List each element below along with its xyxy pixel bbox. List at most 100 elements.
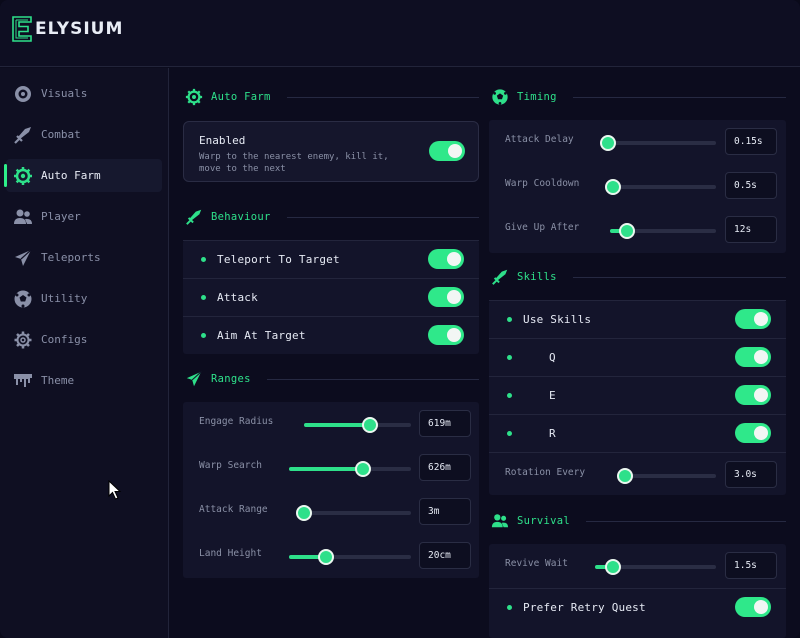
sidebar-item-combat[interactable]: Combat (6, 118, 162, 151)
bullet-dot (507, 316, 512, 322)
app-name: ELYSIUM (35, 19, 124, 39)
item-label: Teleport To Target (217, 252, 340, 266)
section-title-text: Auto Farm (211, 91, 271, 103)
slider-knob[interactable] (605, 179, 621, 195)
slider-track[interactable] (304, 417, 411, 433)
divider (585, 520, 786, 522)
prefer-retry-quest-toggle[interactable] (735, 597, 771, 617)
slider-knob[interactable] (362, 417, 379, 433)
slider-value[interactable]: 619m (419, 410, 471, 437)
sidebar-item-auto-farm[interactable]: Auto Farm (4, 159, 162, 192)
slider-track[interactable] (595, 559, 716, 575)
divider (266, 378, 479, 380)
item-label: Aim At Target (217, 328, 306, 342)
sidebar-item-label: Visuals (41, 87, 88, 100)
sidebar-item-label: Teleports (41, 251, 101, 264)
gear-icon (13, 166, 33, 186)
slider-fill (289, 467, 364, 471)
slider-knob[interactable] (617, 468, 633, 484)
section-title-text: Timing (517, 91, 557, 103)
section-timing: Timing (491, 87, 786, 107)
cog-icon (13, 330, 33, 350)
item-label: Prefer Retry Quest (523, 600, 646, 614)
slider-label: Rotation Every (505, 467, 586, 478)
slider-value[interactable]: 12s (725, 216, 777, 243)
slider-label: Land Height (199, 548, 262, 559)
slider-value[interactable]: 20cm (419, 542, 471, 569)
bullet-dot (507, 430, 512, 436)
divider (286, 96, 479, 98)
slider-row: Engage Radius 619m (183, 402, 479, 446)
slider-row: Attack Range 3m (183, 490, 479, 534)
slider-value[interactable]: 3m (419, 498, 471, 525)
sidebar-item-utility[interactable]: Utility (6, 282, 162, 315)
slider-track[interactable] (617, 468, 716, 484)
slider-label: Attack Range (199, 504, 268, 515)
slider-row: Revive Wait 1.5s (489, 544, 786, 588)
slider-label: Give Up After (505, 222, 580, 233)
section-title-text: Behaviour (211, 211, 271, 223)
timing-card: Attack Delay 0.15s Warp Cooldown 0.5s Gi… (489, 120, 786, 253)
main-content: Auto Farm Enabled Warp to the nearest en… (170, 68, 800, 638)
enabled-label: Enabled (199, 134, 246, 147)
bullet-dot (507, 354, 512, 360)
sidebar-item-visuals[interactable]: Visuals (6, 77, 162, 110)
divider (572, 96, 786, 98)
bullet-dot (507, 604, 512, 610)
sidebar-item-label: Auto Farm (41, 169, 101, 182)
slider-knob[interactable] (355, 461, 372, 477)
ball-icon (492, 89, 508, 105)
slider-value[interactable]: 626m (419, 454, 471, 481)
slider-label: Warp Search (199, 460, 262, 471)
skill-q-toggle[interactable] (735, 347, 771, 367)
slider-knob[interactable] (296, 505, 312, 521)
section-title-text: Ranges (211, 373, 251, 385)
list-item: Teleport To Target (183, 240, 479, 277)
enabled-description: Warp to the nearest enemy, kill it, move… (199, 152, 389, 174)
use-skills-toggle[interactable] (735, 309, 771, 329)
slider-track[interactable] (600, 135, 716, 151)
section-behaviour: Behaviour (185, 207, 479, 227)
logo-e-icon (12, 16, 32, 42)
slider-knob[interactable] (600, 135, 616, 151)
slider-value[interactable]: 1.5s (725, 552, 777, 579)
slider-row: Warp Search 626m (183, 446, 479, 490)
enabled-card: Enabled Warp to the nearest enemy, kill … (183, 121, 479, 182)
ranges-card: Engage Radius 619m Warp Search 626m Atta… (183, 402, 479, 578)
list-item: Attack (183, 278, 479, 315)
header: ELYSIUM (0, 0, 800, 67)
bullet-dot (201, 256, 206, 262)
list-item: E (489, 376, 786, 413)
slider-track[interactable] (289, 461, 411, 477)
sidebar-item-theme[interactable]: Theme (6, 364, 162, 397)
aim-at-target-toggle[interactable] (428, 325, 464, 345)
skills-card: Use Skills Q E R Rotation Every 3.0s (489, 300, 786, 495)
bullet-dot (201, 332, 206, 338)
sidebar-item-teleports[interactable]: Teleports (6, 241, 162, 274)
slider-value[interactable]: 0.5s (725, 172, 777, 199)
slider-knob[interactable] (618, 223, 635, 239)
paper-plane-icon (13, 248, 33, 268)
slider-value[interactable]: 3.0s (725, 461, 777, 488)
sidebar-item-player[interactable]: Player (6, 200, 162, 233)
users-icon (13, 207, 33, 227)
slider-row: Attack Delay 0.15s (489, 120, 786, 164)
slider-track[interactable] (605, 179, 716, 195)
slider-knob[interactable] (605, 559, 622, 575)
slider-value[interactable]: 0.15s (725, 128, 777, 155)
teleport-to-target-toggle[interactable] (428, 249, 464, 269)
enabled-toggle[interactable] (429, 141, 465, 161)
slider-track[interactable] (289, 549, 411, 565)
slider-label: Engage Radius (199, 416, 274, 427)
paper-plane-icon (186, 371, 202, 387)
slider-row: Warp Cooldown 0.5s (489, 164, 786, 208)
section-skills: Skills (491, 267, 786, 287)
sidebar-item-configs[interactable]: Configs (6, 323, 162, 356)
slider-track[interactable] (610, 223, 716, 239)
slider-track[interactable] (296, 505, 411, 521)
skill-r-toggle[interactable] (735, 423, 771, 443)
skill-e-toggle[interactable] (735, 385, 771, 405)
slider-knob[interactable] (317, 549, 334, 565)
attack-toggle[interactable] (428, 287, 464, 307)
sidebar-item-label: Theme (41, 374, 75, 387)
